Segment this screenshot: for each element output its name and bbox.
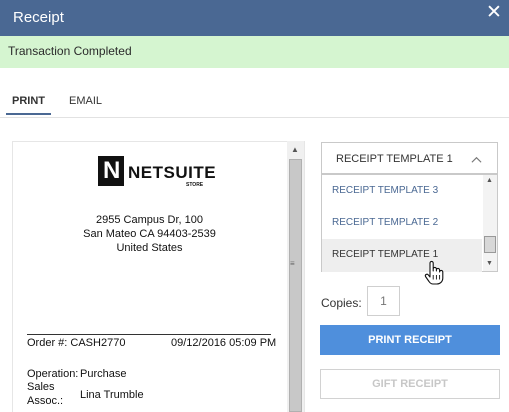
chevron-up-icon xyxy=(471,156,482,163)
template-option[interactable]: RECEIPT TEMPLATE 1 xyxy=(322,239,482,272)
tab-print[interactable]: PRINT xyxy=(6,95,51,115)
address-line: 2955 Campus Dr, 100 xyxy=(95,214,203,226)
scroll-down-icon[interactable]: ▼ xyxy=(486,260,493,267)
tab-email[interactable]: EMAIL xyxy=(69,95,102,107)
scroll-up-icon[interactable]: ▲ xyxy=(291,145,299,154)
close-icon[interactable]: ✕ xyxy=(486,3,502,22)
operation-value: Purchase xyxy=(80,368,127,380)
sales-assoc-label: Assoc.: xyxy=(27,395,64,407)
receipt-preview: N NETSUITE STORE 2955 Campus Dr, 100 San… xyxy=(12,141,287,412)
scroll-up-icon[interactable]: ▲ xyxy=(486,177,493,184)
logo-sub: STORE xyxy=(186,182,204,188)
sales-assoc-label: Sales xyxy=(27,381,55,393)
success-message: Transaction Completed xyxy=(8,44,132,58)
receipt-divider xyxy=(27,334,271,335)
copies-input[interactable] xyxy=(367,286,400,316)
success-banner: Transaction Completed xyxy=(0,36,509,68)
hand-cursor-icon xyxy=(424,260,444,285)
gift-receipt-button[interactable]: GIFT RECEIPT xyxy=(320,369,500,399)
logo-name: NETSUITE xyxy=(128,163,217,182)
address-line: United States xyxy=(116,242,183,254)
receipt-template-select[interactable]: RECEIPT TEMPLATE 1 xyxy=(321,142,498,174)
operation-label: Operation: xyxy=(27,368,79,380)
grip-icon: ≡ xyxy=(290,259,295,268)
scroll-thumb[interactable] xyxy=(289,159,302,412)
dropdown-scrollbar[interactable]: ▲ ▼ xyxy=(483,175,497,271)
receipt-scrollbar[interactable]: ▲ ≡ xyxy=(287,141,304,412)
order-date: 09/12/2016 05:09 PM xyxy=(171,337,277,349)
logo-mark: N xyxy=(98,156,124,186)
copies-label: Copies: xyxy=(321,296,362,310)
template-option[interactable]: RECEIPT TEMPLATE 3 xyxy=(322,175,482,208)
window-title: Receipt xyxy=(13,9,64,26)
scroll-thumb[interactable] xyxy=(484,236,496,253)
title-bar: Receipt ✕ xyxy=(0,0,509,36)
tab-divider xyxy=(0,117,509,118)
tab-bar: PRINT EMAIL xyxy=(0,95,509,117)
print-receipt-button[interactable]: PRINT RECEIPT xyxy=(320,325,500,355)
template-option[interactable]: RECEIPT TEMPLATE 2 xyxy=(322,207,482,240)
netsuite-logo: N NETSUITE STORE xyxy=(98,156,218,188)
template-dropdown: RECEIPT TEMPLATE 3 RECEIPT TEMPLATE 2 RE… xyxy=(321,174,498,272)
sales-assoc-value: Lina Trumble xyxy=(80,389,144,401)
address-line: San Mateo CA 94403-2539 xyxy=(83,228,216,240)
order-number: Order #: CASH2770 xyxy=(27,337,126,349)
selected-template: RECEIPT TEMPLATE 1 xyxy=(336,153,453,165)
